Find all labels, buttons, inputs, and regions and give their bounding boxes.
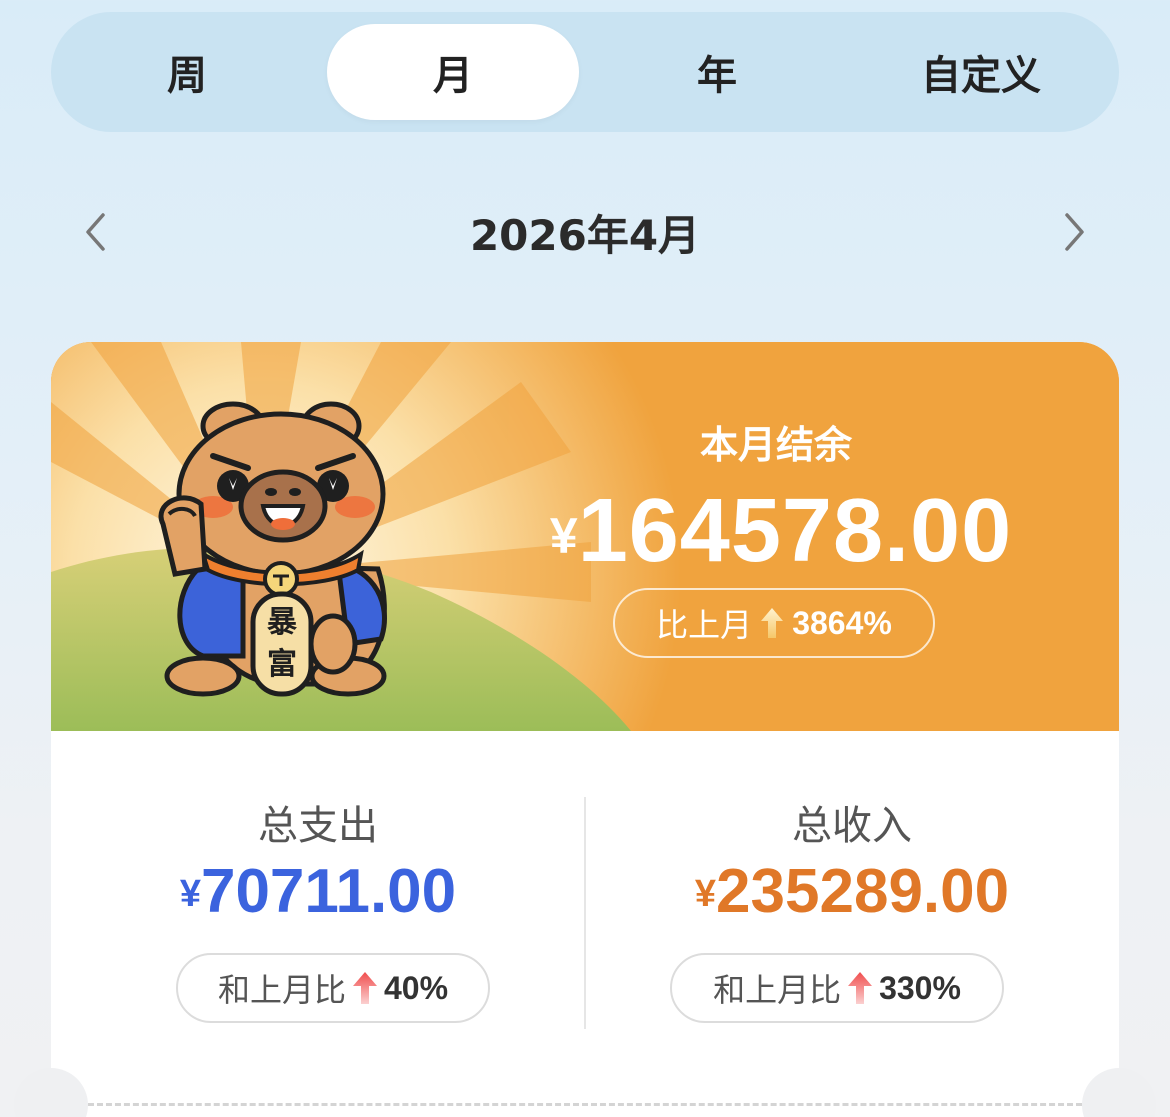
expense-currency: ¥ — [179, 873, 201, 915]
tab-week[interactable]: 周 — [61, 24, 313, 120]
balance-banner: 暴 富 本月结余 ¥164578.00 比上月 3864% — [51, 342, 1119, 731]
stats-section: 总支出 ¥70711.00 和上月比 40% 总收入 ¥235289.00 和上… — [51, 731, 1119, 1061]
balance-title: 本月结余 — [699, 423, 852, 467]
tab-year[interactable]: 年 — [591, 24, 843, 120]
expense-compare-label: 和上月比 — [217, 971, 346, 1009]
income-currency: ¥ — [694, 873, 717, 915]
period-label[interactable]: 2026年4月 — [51, 190, 1119, 274]
balance-compare-value: 3864% — [792, 604, 892, 641]
summary-card: 暴 富 本月结余 ¥164578.00 比上月 3864% 总支出 ¥70711… — [51, 342, 1119, 1117]
capybara-mascot-icon: 暴 富 — [158, 401, 387, 697]
dashed-divider — [88, 1103, 1082, 1106]
balance-currency: ¥ — [549, 508, 578, 564]
expense-stat[interactable]: 总支出 ¥70711.00 和上月比 40% — [51, 731, 585, 1061]
period-navigator: 2026年4月 — [51, 190, 1119, 274]
charm-text-2: 富 — [267, 647, 297, 682]
expense-compare-badge: 和上月比 40% — [176, 953, 490, 1023]
expense-compare-value: 40% — [383, 969, 449, 1006]
tab-month[interactable]: 月 — [327, 24, 579, 120]
income-label: 总收入 — [792, 803, 912, 849]
balance-compare-badge: 比上月 3864% — [613, 588, 935, 658]
income-compare-value: 330% — [879, 969, 961, 1006]
chevron-right-icon[interactable] — [1053, 210, 1097, 254]
arrow-up-icon — [352, 972, 377, 1004]
arrow-up-icon — [848, 972, 873, 1004]
expense-amount: ¥70711.00 — [51, 856, 585, 927]
income-compare-label: 和上月比 — [713, 971, 842, 1009]
period-segmented-control: 周 月 年 自定义 — [51, 12, 1119, 132]
tab-custom[interactable]: 自定义 — [855, 24, 1107, 120]
balance-amount: ¥164578.00 — [481, 480, 1081, 583]
income-value: 235289.00 — [716, 857, 1010, 926]
arrow-up-icon — [761, 608, 784, 638]
income-stat[interactable]: 总收入 ¥235289.00 和上月比 330% — [585, 731, 1119, 1061]
income-compare-badge: 和上月比 330% — [670, 953, 1004, 1023]
balance-value: 164578.00 — [577, 481, 1013, 581]
charm-text-1: 暴 — [267, 605, 298, 640]
expense-value: 70711.00 — [200, 857, 457, 926]
balance-compare-label: 比上月 — [656, 606, 753, 644]
income-amount: ¥235289.00 — [585, 856, 1119, 927]
expense-label: 总支出 — [258, 803, 378, 849]
